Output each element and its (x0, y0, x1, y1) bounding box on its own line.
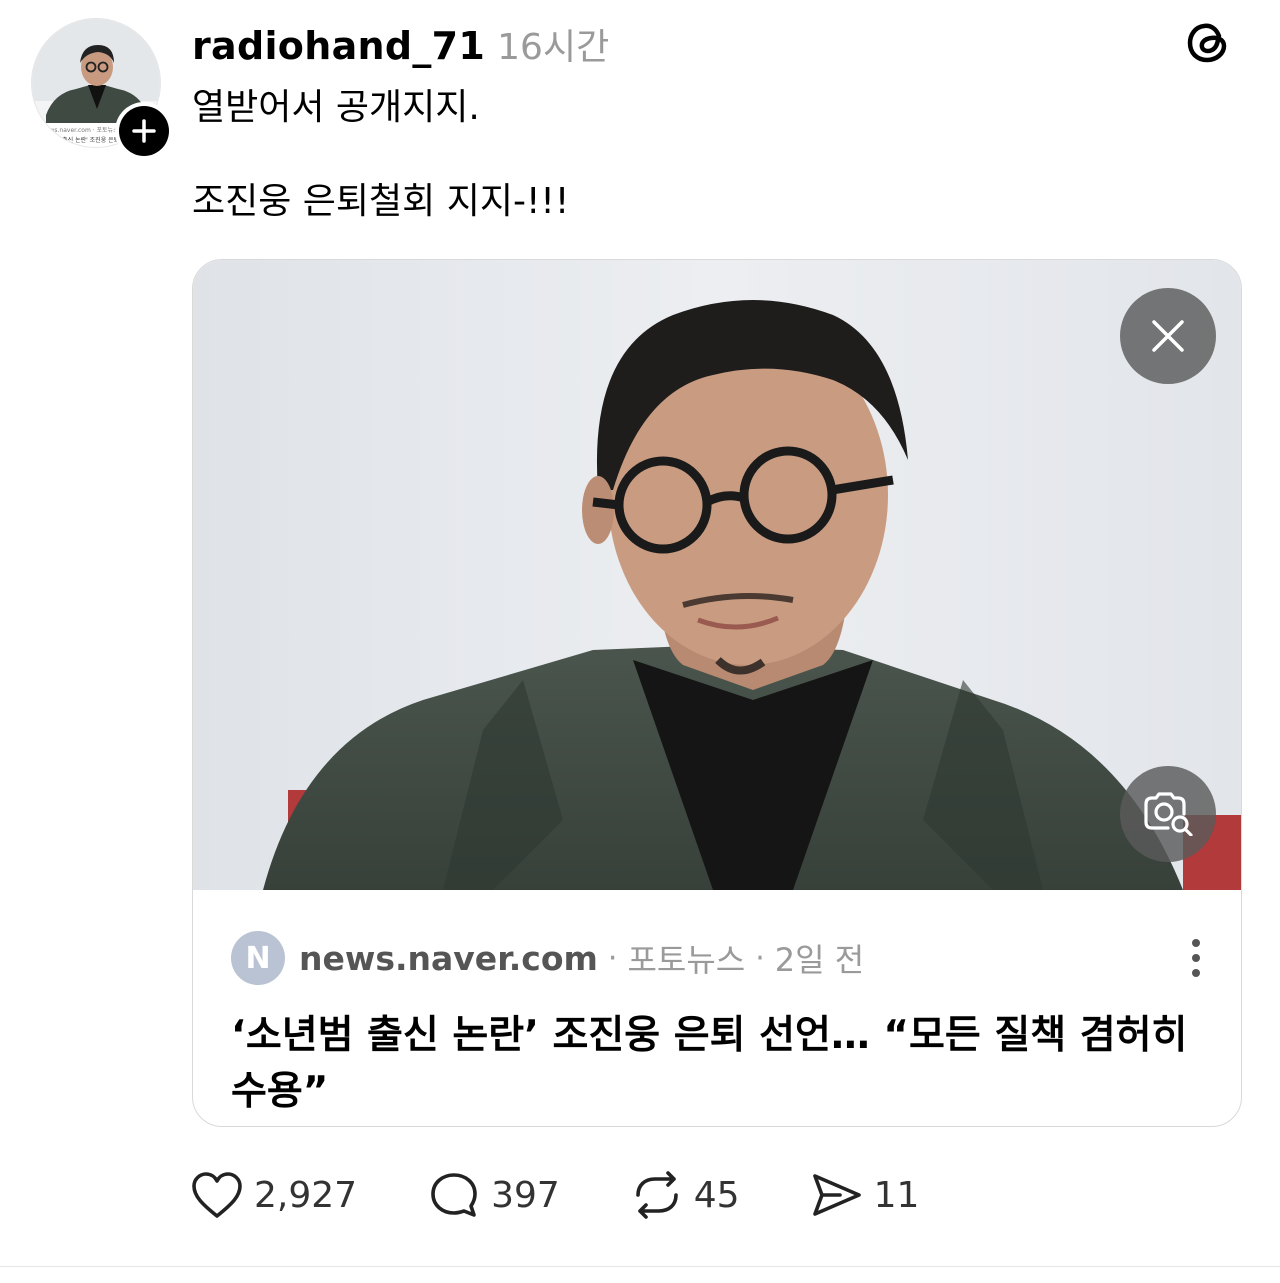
article-age: 2일 전 (774, 941, 865, 979)
share-button[interactable]: 11 (810, 1170, 920, 1220)
repost-button[interactable]: 45 (630, 1170, 740, 1220)
source-favicon: N (231, 931, 285, 985)
repost-icon (635, 1171, 678, 1219)
username[interactable]: radiohand_71 (192, 24, 485, 68)
reply-button[interactable]: 397 (427, 1170, 560, 1220)
post-text-line-1: 열받어서 공개지지. (192, 87, 480, 128)
timestamp: 16시간 (497, 27, 610, 68)
link-source-row: N news.naver.com · 포토뉴스 · 2일 전 (231, 930, 1211, 986)
like-button[interactable]: 2,927 (190, 1170, 357, 1220)
post-action-bar: 2,927 397 45 11 (190, 1170, 919, 1220)
more-vertical-icon[interactable] (1181, 932, 1211, 984)
post-divider (0, 1266, 1280, 1267)
send-icon (812, 1174, 861, 1216)
link-preview-card[interactable]: N news.naver.com · 포토뉴스 · 2일 전 ‘소년범 출신 논… (192, 259, 1242, 1127)
close-icon (1152, 320, 1184, 352)
lens-search-icon (1144, 792, 1193, 836)
source-domain: news.naver.com (299, 938, 598, 978)
article-headline[interactable]: ‘소년범 출신 논란’ 조진웅 은퇴 선언… “모든 질책 겸허히 수용” (231, 1008, 1211, 1120)
close-button[interactable] (1120, 288, 1216, 384)
follow-button[interactable] (115, 102, 173, 160)
repost-count: 45 (693, 1174, 740, 1216)
post-text-line-2: 조진웅 은퇴철회 지지-!!! (192, 181, 570, 222)
source-section: 포토뉴스 (627, 941, 746, 979)
meta-separator: · (607, 940, 618, 976)
heart-icon (192, 1172, 242, 1218)
visual-search-button[interactable] (1120, 766, 1216, 862)
comment-icon (431, 1173, 477, 1217)
threads-logo-icon[interactable] (1182, 16, 1234, 68)
author-avatar-wrapper[interactable]: news.naver.com · 포토뉴스 · 2일 '소년범 출신 논란' 조… (31, 18, 173, 160)
post-header: radiohand_71 16시간 (192, 18, 609, 70)
article-photo[interactable] (193, 260, 1241, 890)
reply-count: 397 (491, 1174, 560, 1216)
share-count: 11 (873, 1174, 920, 1216)
like-count: 2,927 (254, 1174, 358, 1216)
plus-icon (132, 119, 156, 143)
meta-separator: · (755, 940, 765, 976)
